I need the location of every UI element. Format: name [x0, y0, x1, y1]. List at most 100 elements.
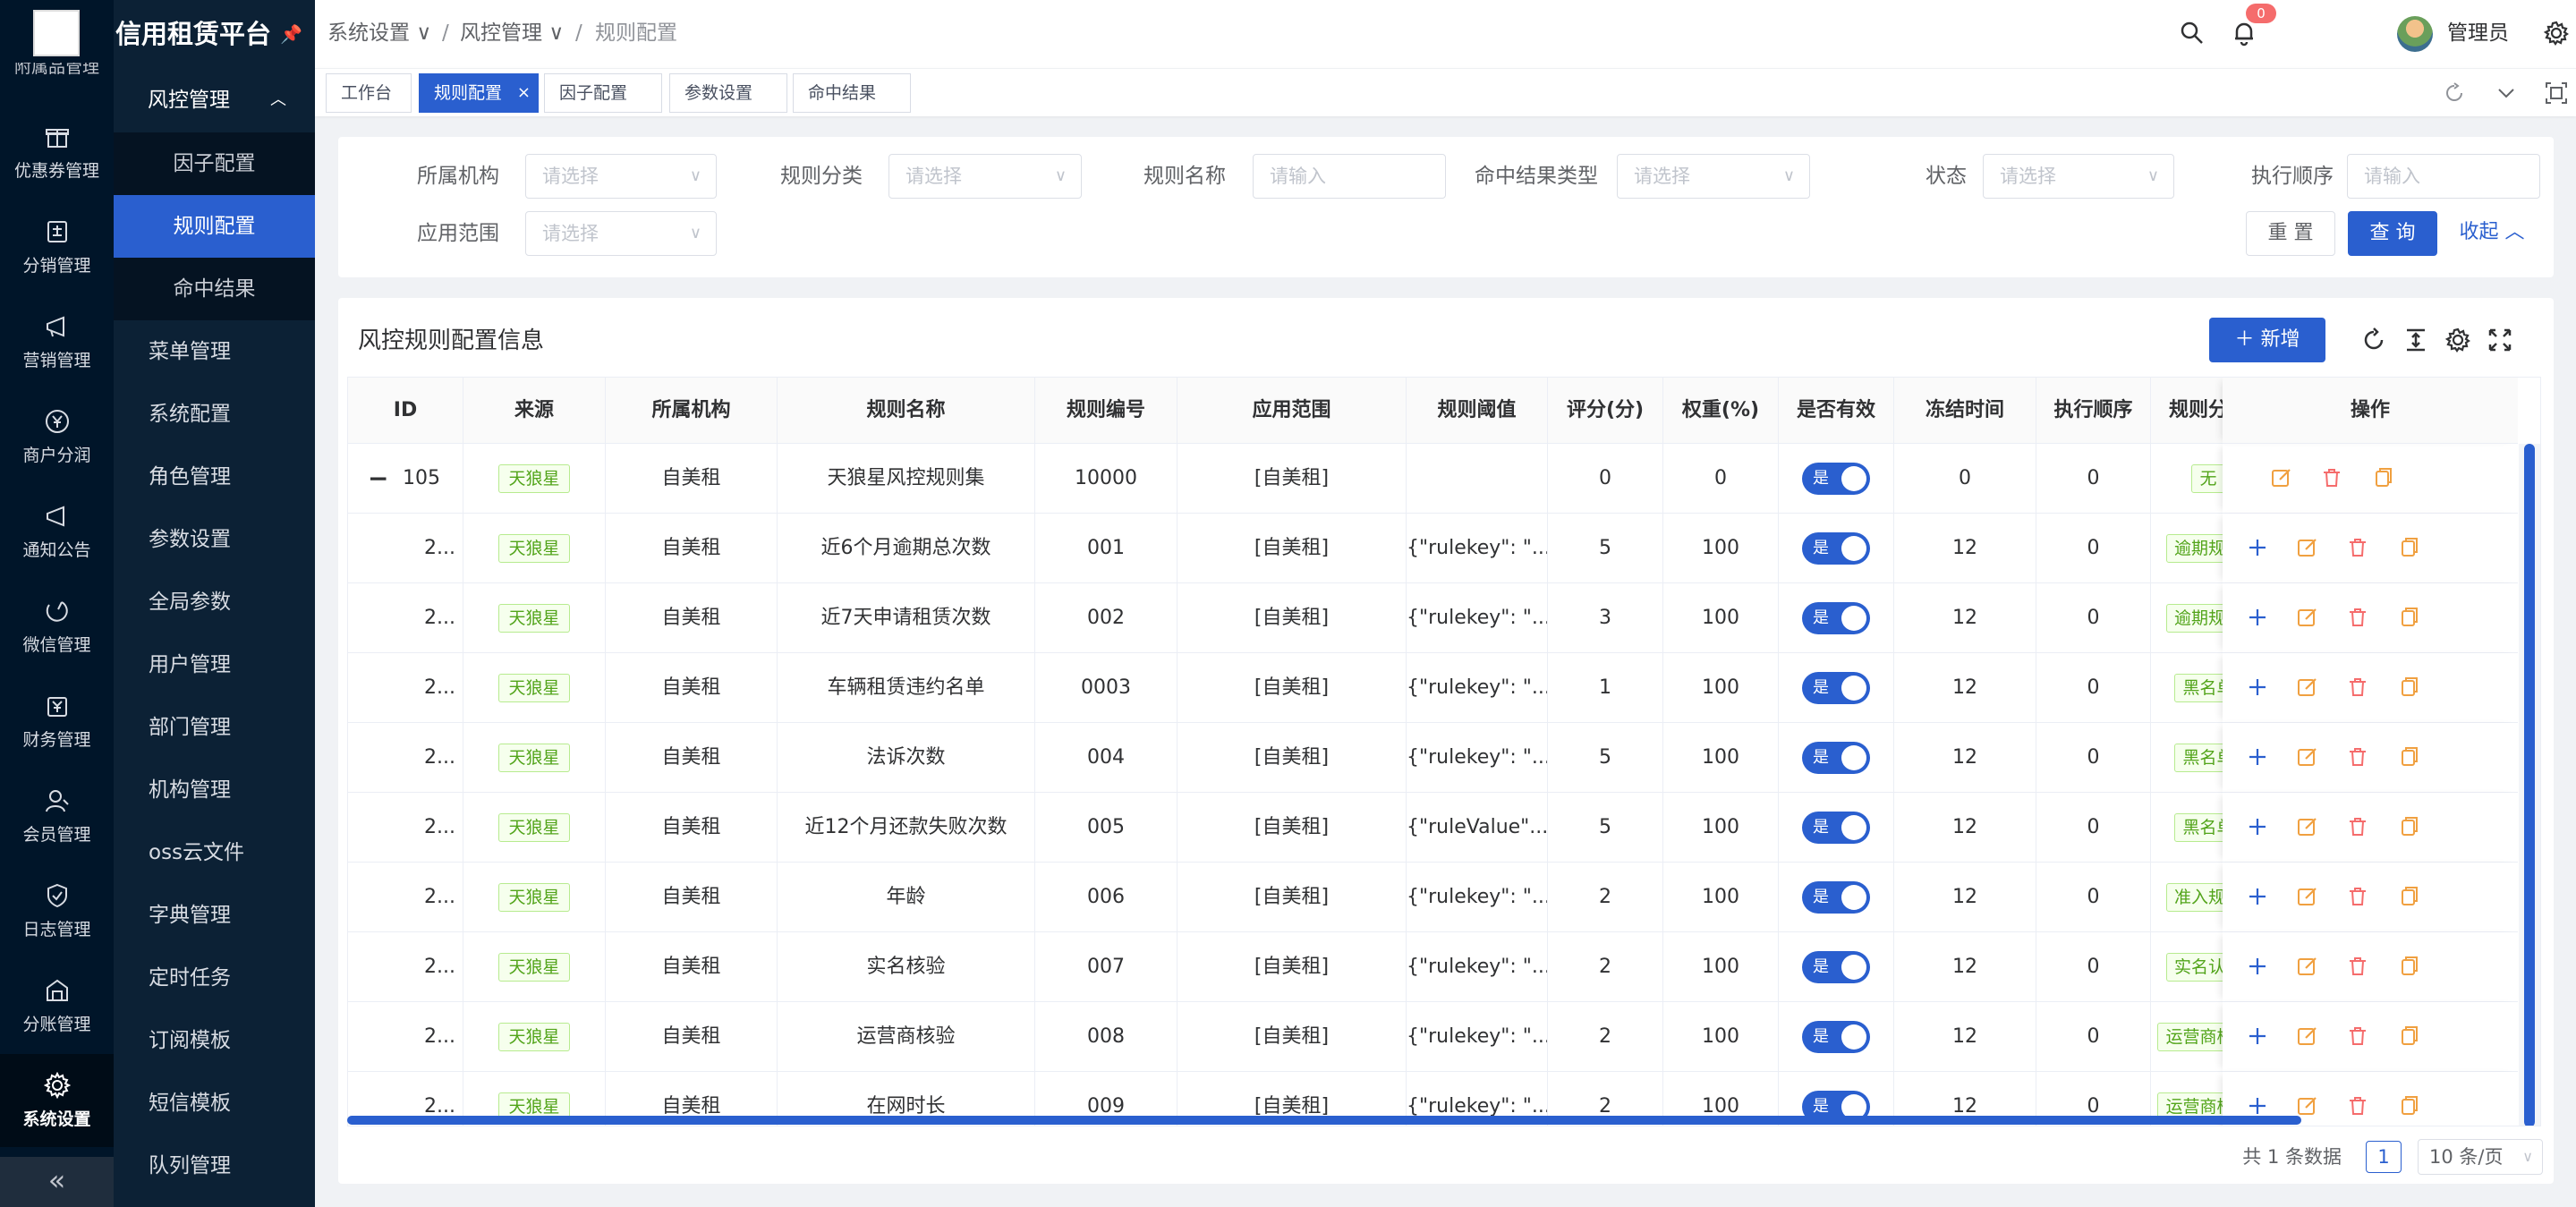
vertical-scrollbar[interactable] — [2519, 444, 2540, 1126]
pagination-page-button[interactable]: 1 — [2366, 1141, 2402, 1173]
chevron-down-icon[interactable] — [2495, 81, 2518, 105]
sidebar-item-system-settings[interactable]: 系统设置 — [0, 1054, 114, 1147]
refresh-icon[interactable] — [2360, 327, 2387, 353]
delete-icon[interactable] — [2345, 744, 2370, 769]
maximize-icon[interactable] — [2545, 81, 2568, 105]
menu-group-risk-control[interactable]: 风控管理 ︿ — [114, 77, 315, 123]
sidebar-item-member[interactable]: 会员管理 — [0, 769, 114, 863]
copy-icon[interactable] — [2395, 535, 2420, 560]
rule-category-select[interactable]: 请选择 ∨ — [888, 154, 1082, 199]
menu-item[interactable]: 短信模板 — [114, 1072, 315, 1135]
scrollbar-thumb[interactable] — [2524, 444, 2535, 1126]
menu-item[interactable]: 部门管理 — [114, 696, 315, 759]
menu-item[interactable]: 参数设置 — [114, 508, 315, 571]
delete-icon[interactable] — [2319, 465, 2344, 490]
sidebar-item-finance[interactable]: 财务管理 — [0, 675, 114, 768]
breadcrumb-item[interactable]: 系统设置 ∨ — [327, 0, 431, 68]
copy-icon[interactable] — [2395, 744, 2420, 769]
expand-icon[interactable] — [2487, 327, 2513, 353]
pin-icon[interactable]: 📌 — [280, 0, 302, 68]
gear-icon[interactable] — [2543, 20, 2570, 47]
sidebar-item-coupon[interactable]: 优惠券管理 — [0, 106, 114, 199]
sidebar-item-wechat[interactable]: 微信管理 — [0, 580, 114, 673]
settings-icon[interactable] — [2444, 327, 2471, 353]
user-name[interactable]: 管理员 — [2447, 0, 2509, 66]
valid-toggle[interactable]: 是 — [1802, 463, 1870, 495]
copy-icon[interactable] — [2369, 465, 2394, 490]
scrollbar-thumb[interactable] — [347, 1116, 2301, 1125]
tab-hit-result[interactable]: 命中结果 — [793, 73, 911, 113]
valid-toggle[interactable]: 是 — [1802, 951, 1870, 983]
valid-toggle[interactable]: 是 — [1802, 672, 1870, 704]
sidebar-item-marketing[interactable]: 营销管理 — [0, 295, 114, 388]
delete-icon[interactable] — [2345, 675, 2370, 700]
collapse-sidebar-button[interactable]: « — [0, 1157, 114, 1207]
collapse-search-button[interactable]: 收起 ︿ — [2452, 211, 2532, 256]
menu-item[interactable]: 订阅模板 — [114, 1009, 315, 1072]
add-child-icon[interactable] — [2245, 605, 2270, 630]
tab-dashboard[interactable]: 工作台 — [326, 73, 412, 113]
edit-icon[interactable] — [2295, 884, 2320, 909]
delete-icon[interactable] — [2345, 814, 2370, 839]
copy-icon[interactable] — [2395, 954, 2420, 979]
add-child-icon[interactable] — [2245, 744, 2270, 769]
tab-param-settings[interactable]: 参数设置 — [669, 73, 787, 113]
copy-icon[interactable] — [2395, 675, 2420, 700]
breadcrumb-item[interactable]: 风控管理 ∨ — [460, 0, 564, 68]
edit-icon[interactable] — [2269, 465, 2294, 490]
avatar[interactable] — [2397, 16, 2433, 52]
valid-toggle[interactable]: 是 — [1802, 532, 1870, 565]
edit-icon[interactable] — [2295, 675, 2320, 700]
menu-item[interactable]: 机构管理 — [114, 759, 315, 821]
valid-toggle[interactable]: 是 — [1802, 812, 1870, 844]
org-select[interactable]: 请选择 ∨ — [525, 154, 717, 199]
reset-button[interactable]: 重 置 — [2246, 211, 2335, 256]
exec-order-input[interactable]: 请输入 — [2347, 154, 2540, 199]
menu-item-factor-config[interactable]: 因子配置 — [114, 132, 315, 195]
sidebar-item-announcement[interactable]: 通知公告 — [0, 485, 114, 578]
menu-item[interactable]: 用户管理 — [114, 633, 315, 696]
menu-item[interactable]: 队列管理 — [114, 1135, 315, 1197]
delete-icon[interactable] — [2345, 954, 2370, 979]
edit-icon[interactable] — [2295, 744, 2320, 769]
add-button[interactable]: ＋ 新增 — [2209, 318, 2325, 362]
search-icon[interactable] — [2179, 20, 2206, 47]
delete-icon[interactable] — [2345, 605, 2370, 630]
menu-item[interactable]: oss云文件 — [114, 821, 315, 884]
status-select[interactable]: 请选择 ∨ — [1983, 154, 2174, 199]
collapse-row-icon[interactable]: − — [368, 444, 388, 513]
menu-item[interactable]: 字典管理 — [114, 884, 315, 947]
add-child-icon[interactable] — [2245, 1024, 2270, 1049]
bell-icon[interactable] — [2231, 20, 2257, 47]
add-child-icon[interactable] — [2245, 954, 2270, 979]
valid-toggle[interactable]: 是 — [1802, 602, 1870, 634]
tab-factor-config[interactable]: 因子配置 — [544, 73, 662, 113]
delete-icon[interactable] — [2345, 1024, 2370, 1049]
delete-icon[interactable] — [2345, 535, 2370, 560]
menu-item[interactable]: 系统配置 — [114, 383, 315, 446]
valid-toggle[interactable]: 是 — [1802, 1021, 1870, 1053]
menu-item[interactable]: 定时任务 — [114, 947, 315, 1009]
query-button[interactable]: 查 询 — [2348, 211, 2437, 256]
refresh-icon[interactable] — [2443, 81, 2466, 105]
tab-rule-config[interactable]: 规则配置 × — [419, 73, 539, 113]
valid-toggle[interactable]: 是 — [1802, 742, 1870, 774]
copy-icon[interactable] — [2395, 605, 2420, 630]
copy-icon[interactable] — [2395, 884, 2420, 909]
edit-icon[interactable] — [2295, 605, 2320, 630]
menu-item-rule-config[interactable]: 规则配置 — [114, 195, 315, 258]
column-height-icon[interactable] — [2402, 327, 2429, 353]
page-size-select[interactable]: 10 条/页 ∨ — [2418, 1139, 2543, 1175]
delete-icon[interactable] — [2345, 884, 2370, 909]
horizontal-scrollbar[interactable] — [347, 1114, 2509, 1126]
sidebar-item-merchant-profit[interactable]: 商户分润 — [0, 390, 114, 483]
add-child-icon[interactable] — [2245, 814, 2270, 839]
edit-icon[interactable] — [2295, 1024, 2320, 1049]
hit-result-type-select[interactable]: 请选择 ∨ — [1617, 154, 1810, 199]
menu-item[interactable]: 全局参数 — [114, 571, 315, 633]
sidebar-item-split-account[interactable]: 分账管理 — [0, 959, 114, 1052]
add-child-icon[interactable] — [2245, 884, 2270, 909]
edit-icon[interactable] — [2295, 535, 2320, 560]
add-child-icon[interactable] — [2245, 535, 2270, 560]
sidebar-item-distribution[interactable]: 分销管理 — [0, 200, 114, 293]
